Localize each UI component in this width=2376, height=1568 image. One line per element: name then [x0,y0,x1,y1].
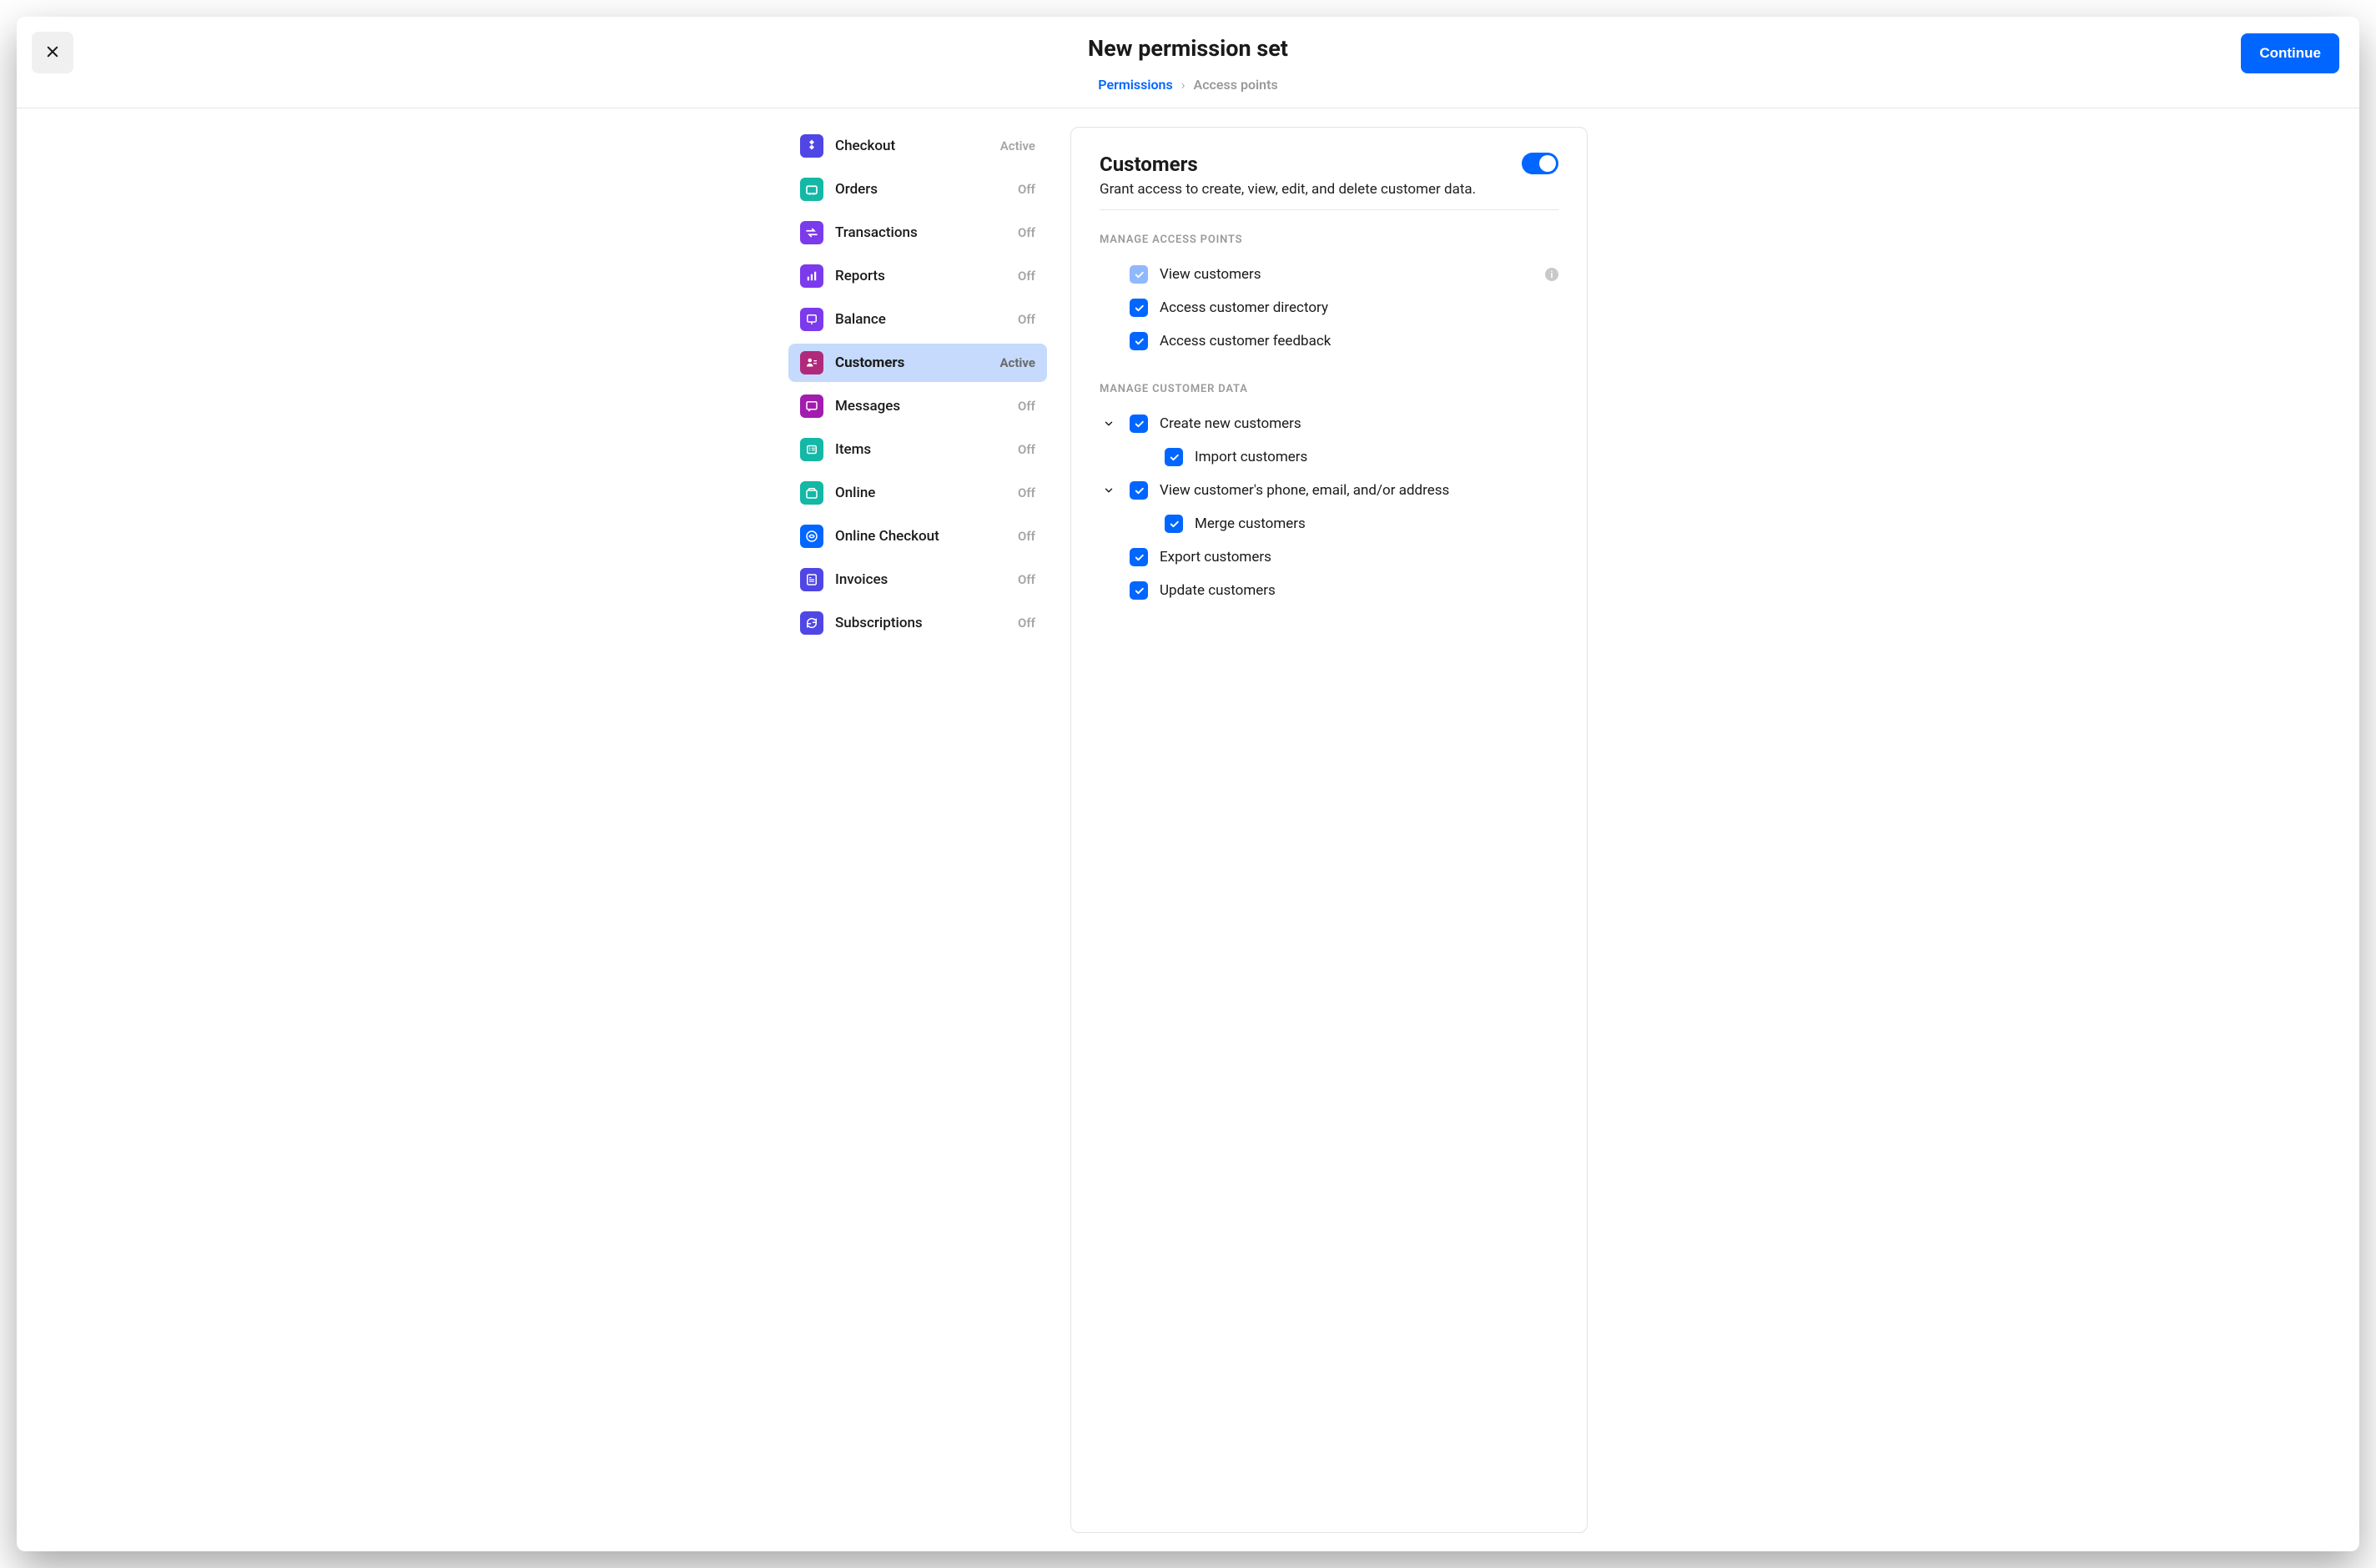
sidebar-item-label: Reports [835,268,1006,284]
permission-row: Import customers [1100,440,1558,474]
sidebar-item-items[interactable]: Items Off [788,430,1047,469]
permission-checkbox[interactable] [1130,265,1148,284]
panel-header: Customers Grant access to create, view, … [1100,153,1558,210]
sidebar-item-customers[interactable]: Customers Active [788,344,1047,382]
chevron-down-icon[interactable] [1100,485,1118,496]
sidebar-item-label: Messages [835,398,1006,415]
panel-title: Customers [1100,153,1476,176]
online-icon [800,481,823,505]
sidebar-item-status: Off [1018,269,1035,284]
section-heading: MANAGE CUSTOMER DATA [1100,383,1558,395]
sidebar-item-label: Orders [835,181,1006,198]
sidebar-item-online[interactable]: Online Off [788,474,1047,512]
permission-label: View customers [1160,266,1533,283]
customers-panel: Customers Grant access to create, view, … [1070,127,1588,1533]
sidebar-item-checkout[interactable]: Checkout Active [788,127,1047,165]
modal-body: CheckoutActiveOrdersOffTransactionsOffRe… [17,108,2359,1551]
sidebar-item-status: Off [1018,182,1035,197]
section-heading: MANAGE ACCESS POINTS [1100,234,1558,246]
sidebar-item-balance[interactable]: Balance Off [788,300,1047,339]
sidebar: CheckoutActiveOrdersOffTransactionsOffRe… [788,127,1047,1533]
sidebar-item-label: Subscriptions [835,615,1006,631]
permission-checkbox[interactable] [1165,515,1183,533]
sidebar-item-status: Off [1018,312,1035,327]
permission-label: Create new customers [1160,415,1558,432]
sidebar-item-subscriptions[interactable]: Subscriptions Off [788,604,1047,642]
sidebar-item-online-checkout[interactable]: Online Checkout Off [788,517,1047,555]
permission-row: Access customer directory [1100,291,1558,324]
permission-row: Access customer feedback [1100,324,1558,358]
sidebar-item-label: Invoices [835,571,1006,588]
close-button[interactable] [32,32,73,73]
sidebar-item-label: Balance [835,311,1006,328]
chevron-down-icon[interactable] [1100,418,1118,430]
sidebar-item-label: Items [835,441,1006,458]
orders-icon [800,178,823,201]
sidebar-item-status: Active [1000,138,1035,153]
sidebar-item-label: Checkout [835,138,989,154]
permission-row: View customers i [1100,258,1558,291]
permission-list: Create new customers Import customers View… [1100,407,1558,607]
items-icon [800,438,823,461]
customers-toggle[interactable] [1522,153,1558,174]
reports-icon [800,264,823,288]
permission-label: Update customers [1160,582,1558,599]
continue-button[interactable]: Continue [2241,33,2339,73]
permission-checkbox[interactable] [1130,415,1148,433]
customers-icon [800,351,823,374]
permission-row: Update customers [1100,574,1558,607]
sidebar-item-reports[interactable]: Reports Off [788,257,1047,295]
sidebar-item-messages[interactable]: Messages Off [788,387,1047,425]
modal-window: New permission set Continue Permissions … [17,17,2359,1551]
permission-label: Export customers [1160,549,1558,565]
sidebar-item-status: Off [1018,572,1035,587]
sidebar-item-label: Online [835,485,1006,501]
panel-description: Grant access to create, view, edit, and … [1100,181,1476,198]
breadcrumb-current[interactable]: Permissions [1098,77,1172,93]
messages-icon [800,395,823,418]
balance-icon [800,308,823,331]
permission-row: Merge customers [1100,507,1558,540]
permission-checkbox[interactable] [1130,299,1148,317]
sidebar-item-label: Online Checkout [835,528,1006,545]
sidebar-item-orders[interactable]: Orders Off [788,170,1047,209]
permission-checkbox[interactable] [1130,332,1148,350]
permission-label: Access customer feedback [1160,333,1558,349]
permission-label: Import customers [1195,449,1558,465]
sidebar-item-status: Off [1018,529,1035,544]
info-icon[interactable]: i [1545,268,1558,281]
close-icon [45,44,60,62]
breadcrumb: Permissions › Access points [17,77,2359,108]
permission-label: Access customer directory [1160,299,1558,316]
online-checkout-icon [800,525,823,548]
transactions-icon [800,221,823,244]
permission-checkbox[interactable] [1165,448,1183,466]
permission-label: Merge customers [1195,515,1558,532]
sidebar-item-status: Off [1018,399,1035,414]
chevron-right-icon: › [1181,77,1185,93]
sidebar-item-status: Off [1018,616,1035,631]
sidebar-item-label: Customers [835,354,988,371]
sidebar-item-status: Off [1018,442,1035,457]
sidebar-item-status: Active [999,355,1035,370]
sidebar-item-status: Off [1018,485,1035,500]
permission-row: Export customers [1100,540,1558,574]
checkout-icon [800,134,823,158]
sidebar-item-status: Off [1018,225,1035,240]
subscriptions-icon [800,611,823,635]
sidebar-item-label: Transactions [835,224,1006,241]
permission-label: View customer's phone, email, and/or add… [1160,482,1558,499]
modal-title: New permission set [1088,35,1288,62]
modal-header: New permission set Continue [17,17,2359,77]
permission-list: View customers i Access customer directory… [1100,258,1558,358]
permission-row: Create new customers [1100,407,1558,440]
sidebar-item-invoices[interactable]: Invoices Off [788,560,1047,599]
breadcrumb-next[interactable]: Access points [1194,77,1278,93]
permission-checkbox[interactable] [1130,581,1148,600]
permission-checkbox[interactable] [1130,481,1148,500]
sidebar-item-transactions[interactable]: Transactions Off [788,214,1047,252]
permission-checkbox[interactable] [1130,548,1148,566]
permission-row: View customer's phone, email, and/or add… [1100,474,1558,507]
invoices-icon [800,568,823,591]
